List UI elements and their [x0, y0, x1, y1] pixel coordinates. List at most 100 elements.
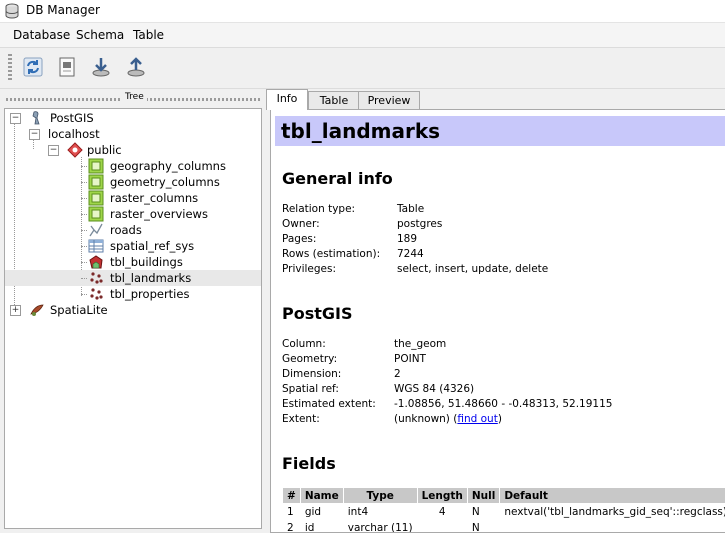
info-panel[interactable]: tbl_landmarks General info Relation type… [270, 109, 725, 533]
menu-table[interactable]: Table [133, 28, 164, 42]
tab-preview[interactable]: Preview [358, 91, 420, 109]
tree-node-raster-overviews[interactable]: raster_overviews [5, 206, 261, 222]
kv-key: Pages: [282, 233, 316, 245]
tree-node-label: public [87, 143, 122, 157]
tree-node-label: raster_overviews [110, 207, 208, 221]
cell: int4 [343, 504, 417, 520]
tree-node-label: SpatiaLite [50, 303, 108, 317]
kv-key: Spatial ref: [282, 383, 339, 395]
tree-connector [81, 230, 87, 231]
point-layer-icon [88, 286, 104, 302]
view-icon [88, 158, 104, 174]
tree-node-spatialite[interactable]: + SpatiaLite [5, 302, 261, 318]
kv-value: select, insert, update, delete [397, 263, 548, 275]
kv-value: -1.08856, 51.48660 - -0.48313, 52.19115 [394, 398, 612, 410]
tree-node-label: localhost [48, 127, 100, 141]
kv-key: Relation type: [282, 203, 355, 215]
tree-node-raster-columns[interactable]: raster_columns [5, 190, 261, 206]
tree-node-roads[interactable]: roads [5, 222, 261, 238]
tree-dock-header[interactable]: Tree [4, 92, 264, 106]
table-icon [88, 238, 104, 254]
menu-database[interactable]: Database [13, 28, 70, 42]
menu-schema[interactable]: Schema [76, 28, 124, 42]
window-title: DB Manager [26, 3, 100, 17]
kv-value: the_geom [394, 338, 446, 350]
col-header-null: Null [467, 488, 499, 504]
tree-connector [81, 198, 87, 199]
cell: N [467, 504, 499, 520]
info-title-banner: tbl_landmarks [275, 116, 725, 146]
tree-node-label: tbl_buildings [110, 255, 183, 269]
section-fields: Fields [282, 454, 336, 473]
toolbar-grip[interactable] [8, 54, 12, 82]
tree-node-label: PostGIS [50, 111, 94, 125]
polygon-layer-icon [88, 254, 104, 270]
extent-suffix: ) [498, 413, 502, 425]
tree-node-label: tbl_properties [110, 287, 189, 301]
kv-value: postgres [397, 218, 442, 230]
expand-toggle[interactable]: + [10, 305, 21, 316]
tree-connector [81, 294, 87, 295]
kv-key: Column: [282, 338, 326, 350]
menu-bar: Database Schema Table [0, 23, 725, 48]
col-header-name: Name [300, 488, 343, 504]
collapse-toggle[interactable]: − [48, 145, 59, 156]
tree-node-tbl-landmarks[interactable]: tbl_landmarks [5, 270, 261, 286]
info-title: tbl_landmarks [281, 119, 440, 143]
kv-key: Geometry: [282, 353, 337, 365]
kv-value: 7244 [397, 248, 424, 260]
kv-key: Rows (estimation): [282, 248, 380, 260]
db-manager-app-icon [4, 3, 20, 19]
tree-connector [81, 246, 87, 247]
collapse-toggle[interactable]: − [29, 129, 40, 140]
tree-node-geography-columns[interactable]: geography_columns [5, 158, 261, 174]
tree-node-localhost[interactable]: − localhost [5, 126, 261, 142]
view-icon [88, 190, 104, 206]
refresh-icon[interactable] [22, 56, 44, 78]
kv-value: 2 [394, 368, 401, 380]
kv-value: Table [397, 203, 424, 215]
section-postgis: PostGIS [282, 304, 353, 323]
sql-window-icon[interactable] [56, 56, 78, 78]
kv-key: Dimension: [282, 368, 341, 380]
tree-node-tbl-properties[interactable]: tbl_properties [5, 286, 261, 302]
tree-node-label: raster_columns [110, 191, 198, 205]
tab-bar: Info Table Preview [266, 89, 725, 109]
tree-node-spatial-ref-sys[interactable]: spatial_ref_sys [5, 238, 261, 254]
tree-node-tbl-buildings[interactable]: tbl_buildings [5, 254, 261, 270]
tree-node-label: spatial_ref_sys [110, 239, 194, 253]
tab-table[interactable]: Table [308, 91, 360, 109]
tree-node-postgis[interactable]: − PostGIS [5, 110, 261, 126]
tree-node-label: geography_columns [110, 159, 226, 173]
tree-connector [81, 262, 87, 263]
kv-value: WGS 84 (4326) [394, 383, 474, 395]
col-header-type: Type [343, 488, 417, 504]
import-layer-icon[interactable] [90, 56, 112, 78]
tab-info[interactable]: Info [266, 89, 308, 110]
kv-value: 189 [397, 233, 417, 245]
cell: 1 [283, 504, 301, 520]
extent-value: (unknown) ( [394, 413, 457, 425]
fields-header-row: # Name Type Length Null Default [283, 488, 725, 504]
collapse-toggle[interactable]: − [10, 113, 21, 124]
kv-key: Owner: [282, 218, 320, 230]
find-out-link[interactable]: find out [457, 413, 497, 425]
db-tree[interactable]: − PostGIS − localhost − public geography… [4, 108, 262, 529]
tree-connector [81, 278, 87, 279]
section-general-info: General info [282, 169, 393, 188]
tree-node-public[interactable]: − public [5, 142, 261, 158]
tree-connector [81, 214, 87, 215]
export-layer-icon[interactable] [125, 56, 147, 78]
view-icon [88, 174, 104, 190]
kv-value: POINT [394, 353, 426, 365]
cell: gid [300, 504, 343, 520]
kv-value: (unknown) (find out) [394, 413, 502, 425]
tree-connector [81, 182, 87, 183]
kv-key: Estimated extent: [282, 398, 376, 410]
tree-node-geometry-columns[interactable]: geometry_columns [5, 174, 261, 190]
view-icon [88, 206, 104, 222]
tree-node-label: roads [110, 223, 142, 237]
point-layer-icon [88, 270, 104, 286]
window-titlebar: DB Manager [0, 0, 725, 23]
col-header-default: Default [500, 488, 725, 504]
